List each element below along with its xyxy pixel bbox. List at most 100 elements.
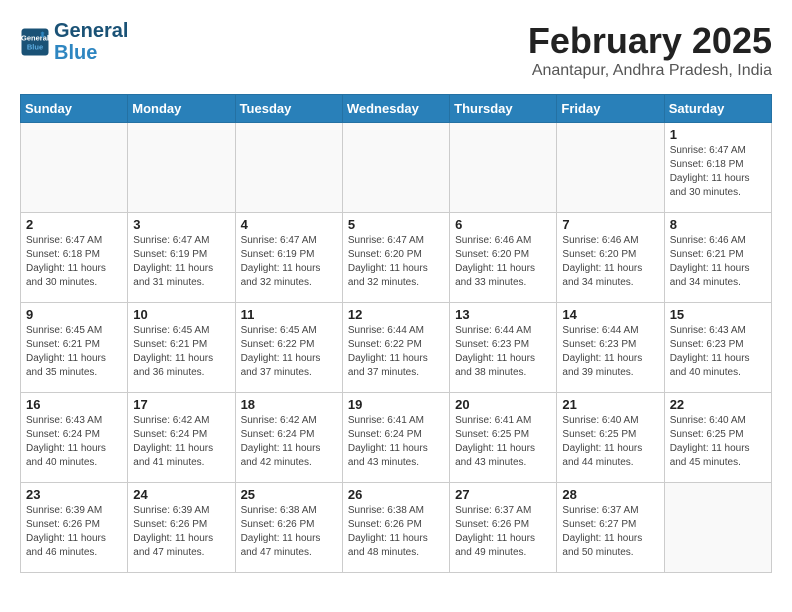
day-info: Sunrise: 6:43 AM Sunset: 6:23 PM Dayligh… — [670, 324, 766, 380]
calendar-cell: 24 Sunrise: 6:39 AM Sunset: 6:26 PM Dayli… — [128, 483, 235, 573]
calendar-cell: 21 Sunrise: 6:40 AM Sunset: 6:25 PM Dayli… — [557, 393, 664, 483]
calendar-cell: 18 Sunrise: 6:42 AM Sunset: 6:24 PM Dayli… — [235, 393, 342, 483]
calendar-cell: 28 Sunrise: 6:37 AM Sunset: 6:27 PM Dayli… — [557, 483, 664, 573]
day-number: 24 — [133, 487, 229, 502]
day-header-thursday: Thursday — [450, 95, 557, 123]
calendar-cell: 1Sunrise: 6:47 AM Sunset: 6:18 PM Daylig… — [664, 123, 771, 213]
day-info: Sunrise: 6:41 AM Sunset: 6:25 PM Dayligh… — [455, 414, 551, 470]
calendar-cell: 11Sunrise: 6:45 AM Sunset: 6:22 PM Dayli… — [235, 303, 342, 393]
calendar-cell: 20 Sunrise: 6:41 AM Sunset: 6:25 PM Dayli… — [450, 393, 557, 483]
day-number: 15 — [670, 307, 766, 322]
day-number: 18 — [241, 397, 337, 412]
day-number: 22 — [670, 397, 766, 412]
day-number: 14 — [562, 307, 658, 322]
day-number: 2 — [26, 217, 122, 232]
day-number: 3 — [133, 217, 229, 232]
day-info: Sunrise: 6:40 AM Sunset: 6:25 PM Dayligh… — [670, 414, 766, 470]
day-number: 8 — [670, 217, 766, 232]
calendar-title: February 2025 — [528, 20, 772, 62]
day-info: Sunrise: 6:37 AM Sunset: 6:27 PM Dayligh… — [562, 504, 658, 560]
day-number: 9 — [26, 307, 122, 322]
day-number: 25 — [241, 487, 337, 502]
calendar-cell — [450, 123, 557, 213]
day-info: Sunrise: 6:46 AM Sunset: 6:21 PM Dayligh… — [670, 234, 766, 290]
logo-line1: General — [54, 20, 128, 42]
day-number: 19 — [348, 397, 444, 412]
calendar-cell: 5Sunrise: 6:47 AM Sunset: 6:20 PM Daylig… — [342, 213, 449, 303]
day-header-wednesday: Wednesday — [342, 95, 449, 123]
calendar-cell — [664, 483, 771, 573]
calendar-cell: 25Sunrise: 6:38 AM Sunset: 6:26 PM Dayli… — [235, 483, 342, 573]
day-number: 5 — [348, 217, 444, 232]
day-header-monday: Monday — [128, 95, 235, 123]
day-info: Sunrise: 6:42 AM Sunset: 6:24 PM Dayligh… — [241, 414, 337, 470]
logo-line2: Blue — [54, 42, 97, 64]
day-number: 16 — [26, 397, 122, 412]
day-info: Sunrise: 6:44 AM Sunset: 6:23 PM Dayligh… — [455, 324, 551, 380]
calendar-week-row: 16Sunrise: 6:43 AM Sunset: 6:24 PM Dayli… — [21, 393, 772, 483]
day-info: Sunrise: 6:44 AM Sunset: 6:23 PM Dayligh… — [562, 324, 658, 380]
day-number: 12 — [348, 307, 444, 322]
day-number: 23 — [26, 487, 122, 502]
day-number: 28 — [562, 487, 658, 502]
calendar-cell — [21, 123, 128, 213]
calendar-cell: 22 Sunrise: 6:40 AM Sunset: 6:25 PM Dayli… — [664, 393, 771, 483]
day-number: 6 — [455, 217, 551, 232]
calendar-cell — [557, 123, 664, 213]
calendar-cell — [342, 123, 449, 213]
day-number: 7 — [562, 217, 658, 232]
calendar-subtitle: Anantapur, Andhra Pradesh, India — [528, 62, 772, 80]
day-header-friday: Friday — [557, 95, 664, 123]
logo-text: General Blue — [54, 20, 128, 64]
day-number: 1 — [670, 127, 766, 142]
day-number: 4 — [241, 217, 337, 232]
day-number: 21 — [562, 397, 658, 412]
calendar-week-row: 9 Sunrise: 6:45 AM Sunset: 6:21 PM Daylig… — [21, 303, 772, 393]
day-info: Sunrise: 6:39 AM Sunset: 6:26 PM Dayligh… — [26, 504, 122, 560]
day-number: 20 — [455, 397, 551, 412]
calendar-cell: 14 Sunrise: 6:44 AM Sunset: 6:23 PM Dayli… — [557, 303, 664, 393]
calendar-table: SundayMondayTuesdayWednesdayThursdayFrid… — [20, 94, 772, 573]
calendar-cell: 10 Sunrise: 6:45 AM Sunset: 6:21 PM Dayli… — [128, 303, 235, 393]
calendar-cell: 8 Sunrise: 6:46 AM Sunset: 6:21 PM Daylig… — [664, 213, 771, 303]
title-section: February 2025 Anantapur, Andhra Pradesh,… — [528, 20, 772, 80]
day-info: Sunrise: 6:38 AM Sunset: 6:26 PM Dayligh… — [348, 504, 444, 560]
day-number: 17 — [133, 397, 229, 412]
calendar-cell: 17 Sunrise: 6:42 AM Sunset: 6:24 PM Dayli… — [128, 393, 235, 483]
day-info: Sunrise: 6:40 AM Sunset: 6:25 PM Dayligh… — [562, 414, 658, 470]
calendar-cell: 16Sunrise: 6:43 AM Sunset: 6:24 PM Dayli… — [21, 393, 128, 483]
day-number: 13 — [455, 307, 551, 322]
day-number: 26 — [348, 487, 444, 502]
day-info: Sunrise: 6:39 AM Sunset: 6:26 PM Dayligh… — [133, 504, 229, 560]
calendar-header-row: SundayMondayTuesdayWednesdayThursdayFrid… — [21, 95, 772, 123]
calendar-cell — [128, 123, 235, 213]
page-header: General Blue General Blue February 2025 … — [20, 20, 772, 86]
day-info: Sunrise: 6:46 AM Sunset: 6:20 PM Dayligh… — [455, 234, 551, 290]
day-info: Sunrise: 6:46 AM Sunset: 6:20 PM Dayligh… — [562, 234, 658, 290]
day-header-saturday: Saturday — [664, 95, 771, 123]
calendar-week-row: 2 Sunrise: 6:47 AM Sunset: 6:18 PM Daylig… — [21, 213, 772, 303]
calendar-week-row: 23 Sunrise: 6:39 AM Sunset: 6:26 PM Dayli… — [21, 483, 772, 573]
day-info: Sunrise: 6:45 AM Sunset: 6:21 PM Dayligh… — [133, 324, 229, 380]
day-number: 27 — [455, 487, 551, 502]
day-number: 10 — [133, 307, 229, 322]
day-info: Sunrise: 6:47 AM Sunset: 6:19 PM Dayligh… — [133, 234, 229, 290]
calendar-cell: 23 Sunrise: 6:39 AM Sunset: 6:26 PM Dayli… — [21, 483, 128, 573]
calendar-cell: 26 Sunrise: 6:38 AM Sunset: 6:26 PM Dayli… — [342, 483, 449, 573]
svg-text:Blue: Blue — [27, 43, 43, 52]
day-header-tuesday: Tuesday — [235, 95, 342, 123]
day-header-sunday: Sunday — [21, 95, 128, 123]
calendar-cell — [235, 123, 342, 213]
calendar-cell: 13 Sunrise: 6:44 AM Sunset: 6:23 PM Dayli… — [450, 303, 557, 393]
calendar-cell: 27 Sunrise: 6:37 AM Sunset: 6:26 PM Dayli… — [450, 483, 557, 573]
day-info: Sunrise: 6:47 AM Sunset: 6:19 PM Dayligh… — [241, 234, 337, 290]
calendar-cell: 7 Sunrise: 6:46 AM Sunset: 6:20 PM Daylig… — [557, 213, 664, 303]
day-info: Sunrise: 6:44 AM Sunset: 6:22 PM Dayligh… — [348, 324, 444, 380]
day-info: Sunrise: 6:42 AM Sunset: 6:24 PM Dayligh… — [133, 414, 229, 470]
day-info: Sunrise: 6:37 AM Sunset: 6:26 PM Dayligh… — [455, 504, 551, 560]
calendar-cell: 12 Sunrise: 6:44 AM Sunset: 6:22 PM Dayli… — [342, 303, 449, 393]
calendar-cell: 3 Sunrise: 6:47 AM Sunset: 6:19 PM Daylig… — [128, 213, 235, 303]
svg-text:General: General — [21, 34, 49, 43]
calendar-cell: 9Sunrise: 6:45 AM Sunset: 6:21 PM Daylig… — [21, 303, 128, 393]
day-info: Sunrise: 6:47 AM Sunset: 6:18 PM Dayligh… — [26, 234, 122, 290]
